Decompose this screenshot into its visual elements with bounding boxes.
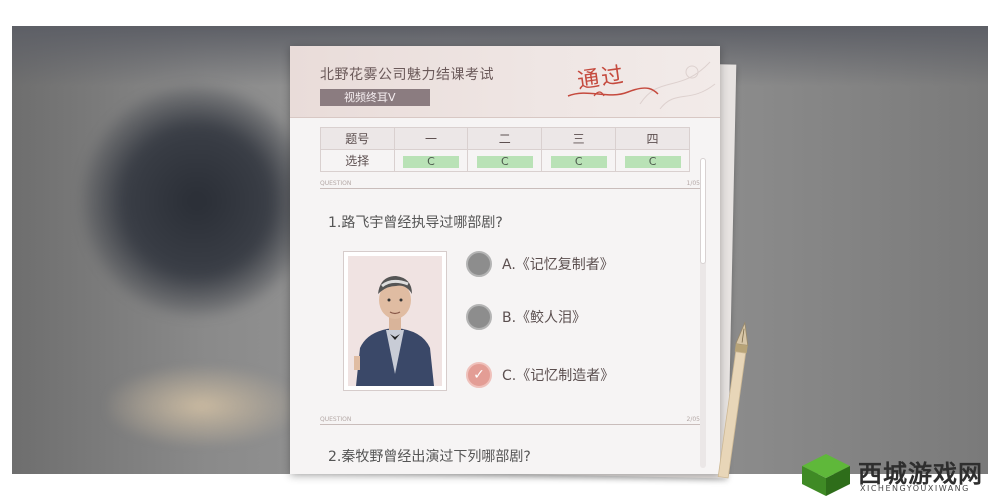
answer-sheet-header-row: 题号 一 二 三 四 bbox=[320, 127, 690, 150]
answer-mark: C bbox=[624, 155, 681, 168]
question-2-text: 2.秦牧野曾经出演过下列哪部剧? bbox=[328, 449, 531, 465]
divider-tag: QUESTION bbox=[320, 416, 352, 423]
option-c-radio-checked[interactable]: ✓ bbox=[466, 362, 492, 388]
column-label: 三 bbox=[541, 127, 617, 150]
answer-sheet-choice-row: 选择 C C C C bbox=[320, 149, 690, 172]
divider-page: 2/05 bbox=[686, 416, 700, 423]
answer-mark: C bbox=[402, 155, 459, 168]
option-b[interactable]: B.《鲛人泪》 bbox=[466, 304, 586, 330]
answer-sheet-table: 题号 一 二 三 四 选择 C C C C bbox=[320, 127, 690, 172]
exam-subtitle-badge: 视频终耳V bbox=[320, 89, 430, 106]
option-a-radio[interactable] bbox=[466, 251, 492, 277]
answer-mark: C bbox=[476, 155, 533, 168]
exam-paper: 北野花雾公司魅力结课考试 视频终耳V 通过 题号 一 二 三 四 选择 C C … bbox=[290, 46, 720, 474]
question-1-text: 1.路飞宇曾经执导过哪部剧? bbox=[328, 215, 503, 231]
background-figure bbox=[82, 86, 312, 316]
choice-label: 选择 bbox=[320, 149, 395, 172]
option-c-label: C.《记忆制造者》 bbox=[502, 368, 615, 384]
exam-header: 北野花雾公司魅力结课考试 视频终耳V 通过 bbox=[290, 46, 720, 118]
answer-mark: C bbox=[550, 155, 607, 168]
question-divider: QUESTION 1/05 bbox=[320, 180, 700, 192]
divider-page: 1/05 bbox=[686, 180, 700, 187]
option-c[interactable]: ✓ C.《记忆制造者》 bbox=[466, 362, 614, 388]
column-label: 四 bbox=[615, 127, 690, 150]
option-a[interactable]: A.《记忆复制者》 bbox=[466, 251, 614, 277]
background-object bbox=[107, 366, 297, 446]
stamp-underline-icon bbox=[567, 87, 659, 97]
scrollbar-thumb[interactable] bbox=[700, 158, 706, 264]
checkmark-icon: ✓ bbox=[473, 367, 485, 383]
option-a-label: A.《记忆复制者》 bbox=[502, 257, 614, 273]
question-divider: QUESTION 2/05 bbox=[320, 416, 700, 428]
site-watermark: 西城游戏网 XICHENGYOUXIWANG bbox=[800, 452, 995, 498]
watermark-pinyin: XICHENGYOUXIWANG bbox=[860, 484, 970, 493]
exam-title: 北野花雾公司魅力结课考试 bbox=[320, 67, 494, 83]
option-b-radio[interactable] bbox=[466, 304, 492, 330]
fountain-pen-icon bbox=[717, 321, 749, 479]
column-label: 一 bbox=[393, 127, 469, 150]
divider-tag: QUESTION bbox=[320, 180, 352, 187]
column-label: 二 bbox=[467, 127, 543, 150]
character-portrait-image bbox=[354, 276, 434, 386]
watermark-logo-icon bbox=[802, 454, 850, 496]
question-number-label: 题号 bbox=[320, 127, 395, 150]
option-b-label: B.《鲛人泪》 bbox=[502, 310, 587, 326]
character-portrait bbox=[343, 251, 447, 391]
